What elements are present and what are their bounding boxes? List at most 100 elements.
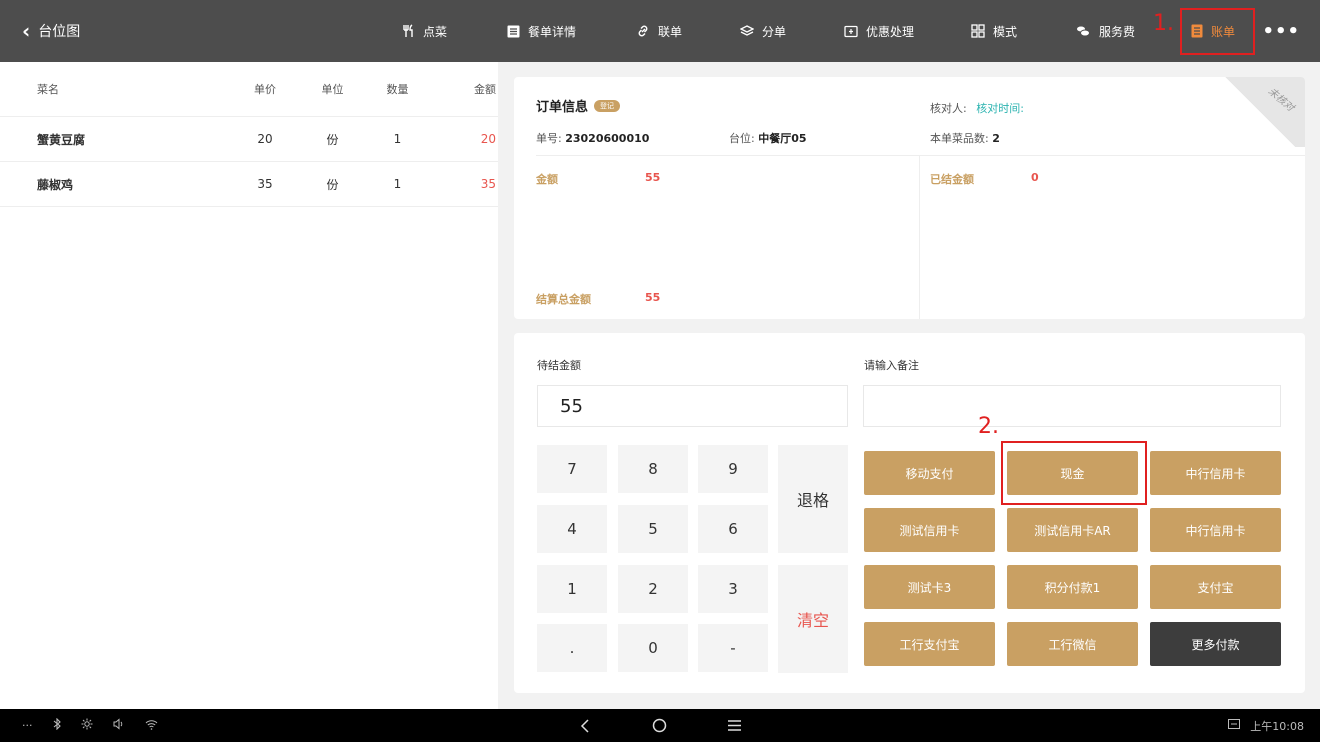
link-icon [636,24,650,38]
top-toolbar: ‹ 台位图 点菜 餐单详情 联单 分单 优惠处理 模式 服务费 1. 账单 ••… [0,0,1320,62]
chevron-left-icon: ‹ [22,19,31,43]
pay-alipay-button[interactable]: 支付宝 [1150,565,1281,609]
checker-info: 核对人: 核对时间: [930,100,1024,116]
column-header-name: 菜名 [37,83,59,96]
service-fee-label: 服务费 [1099,24,1136,39]
coupon-icon [844,25,858,38]
layers-icon [740,24,754,38]
remark-input[interactable] [863,385,1281,427]
keypad-0[interactable]: 0 [618,624,688,672]
pay-boc-credit-card-button[interactable]: 中行信用卡 [1150,451,1281,495]
split-order-label: 分单 [762,24,787,39]
unverified-corner-stamp: 未核对 [1215,77,1305,147]
keypad-minus[interactable]: - [698,624,768,672]
column-header-price: 单价 [254,83,276,96]
more-options-icon[interactable]: ••• [1262,0,1300,62]
list-icon [507,25,520,38]
highlight-box-cash [1001,441,1147,505]
grid-icon [971,24,985,38]
amount-value: 55 [645,171,661,184]
pay-test-credit-card-button[interactable]: 测试信用卡 [864,508,995,552]
discount-label: 优惠处理 [866,24,915,39]
pay-test-card-3-button[interactable]: 测试卡3 [864,565,995,609]
dish-amount: 35 [480,177,496,191]
pay-test-credit-card-ar-button[interactable]: 测试信用卡AR [1007,508,1138,552]
keypad-6[interactable]: 6 [698,505,768,553]
screen-icon[interactable] [1228,719,1241,732]
dish-unit: 份 [326,177,339,192]
clock-time: 上午10:08 [1250,719,1304,733]
keypad-dot[interactable]: . [537,624,607,672]
wifi-icon[interactable] [145,719,158,733]
dish-list-panel: 菜名 单价 单位 数量 金额 蟹黄豆腐 20 份 1 20 藤椒鸡 35 份 1… [0,62,498,709]
dish-count: 本单菜品数: 2 [930,130,1000,146]
keypad-9[interactable]: 9 [698,445,768,493]
order-number-label: 单号: [536,132,562,145]
order-number: 单号: 23020600010 [536,130,649,146]
bill-icon [1191,24,1203,38]
discount-button[interactable]: 优惠处理 [844,0,914,62]
mode-button[interactable]: 模式 [971,0,1017,62]
order-title-text: 订单信息 [536,100,589,115]
status-icons: ··· [22,709,158,742]
link-orders-label: 联单 [658,24,683,39]
nav-menu-icon[interactable] [727,709,742,742]
clear-button[interactable]: 清空 [778,565,848,673]
dish-list-header: 菜名 单价 单位 数量 金额 [0,62,498,117]
keypad-8[interactable]: 8 [618,445,688,493]
dish-row[interactable]: 蟹黄豆腐 20 份 1 20 [0,117,498,162]
nav-home-icon[interactable] [652,709,667,742]
divider [919,156,920,319]
pay-boc-credit-card-button-2[interactable]: 中行信用卡 [1150,508,1281,552]
bluetooth-icon[interactable] [53,717,61,733]
column-header-unit: 单位 [321,83,344,96]
back-to-table-map-button[interactable]: ‹ 台位图 [22,0,80,62]
keypad-2[interactable]: 2 [618,565,688,613]
table-value: 中餐厅05 [758,132,807,145]
keypad-4[interactable]: 4 [537,505,607,553]
dish-count-label: 本单菜品数: [930,132,989,145]
bill-button[interactable]: 账单 [1191,0,1235,62]
keypad-7[interactable]: 7 [537,445,607,493]
split-order-button[interactable]: 分单 [740,0,786,62]
volume-icon[interactable] [113,718,125,733]
pay-mobile-button[interactable]: 移动支付 [864,451,995,495]
table-label: 台位: [729,132,755,145]
pending-amount-input[interactable]: 55 [537,385,848,427]
pending-amount-label: 待结金额 [537,359,581,372]
dish-amount: 20 [480,132,496,146]
pay-points-button[interactable]: 积分付款1 [1007,565,1138,609]
order-info-title: 订单信息 登记 [536,96,621,115]
keypad-3[interactable]: 3 [698,565,768,613]
checker-label: 核对人: [930,102,967,115]
back-label: 台位图 [38,24,81,40]
table-info: 台位: 中餐厅05 [729,130,807,146]
nav-back-icon[interactable] [580,709,590,742]
system-navigation-bar: ··· 上午10:08 [0,709,1320,742]
dish-count-value: 2 [992,132,1000,145]
link-orders-button[interactable]: 联单 [636,0,682,62]
dish-price: 20 [257,132,273,146]
dish-quantity: 1 [393,132,402,146]
annotation-step-1: 1. [1153,11,1174,36]
order-number-value: 23020600010 [565,132,650,145]
dish-row[interactable]: 藤椒鸡 35 份 1 35 [0,162,498,207]
overflow-icon[interactable]: ··· [22,719,33,732]
service-fee-button[interactable]: 服务费 [1076,0,1135,62]
total-settlement-value: 55 [645,291,661,304]
menu-details-button[interactable]: 餐单详情 [507,0,576,62]
pay-icbc-wechat-button[interactable]: 工行微信 [1007,622,1138,666]
more-payment-button[interactable]: 更多付款 [1150,622,1281,666]
brightness-icon[interactable] [81,718,93,733]
dish-name: 蟹黄豆腐 [37,132,86,147]
order-dishes-button[interactable]: 点菜 [402,0,447,62]
registered-badge: 登记 [594,99,621,112]
dish-unit: 份 [326,132,339,147]
menu-details-label: 餐单详情 [528,24,577,39]
keypad-1[interactable]: 1 [537,565,607,613]
pay-icbc-alipay-button[interactable]: 工行支付宝 [864,622,995,666]
backspace-button[interactable]: 退格 [778,445,848,553]
keypad-5[interactable]: 5 [618,505,688,553]
corner-stamp-text: 未核对 [1265,86,1296,114]
check-time-label: 核对时间: [976,102,1024,115]
